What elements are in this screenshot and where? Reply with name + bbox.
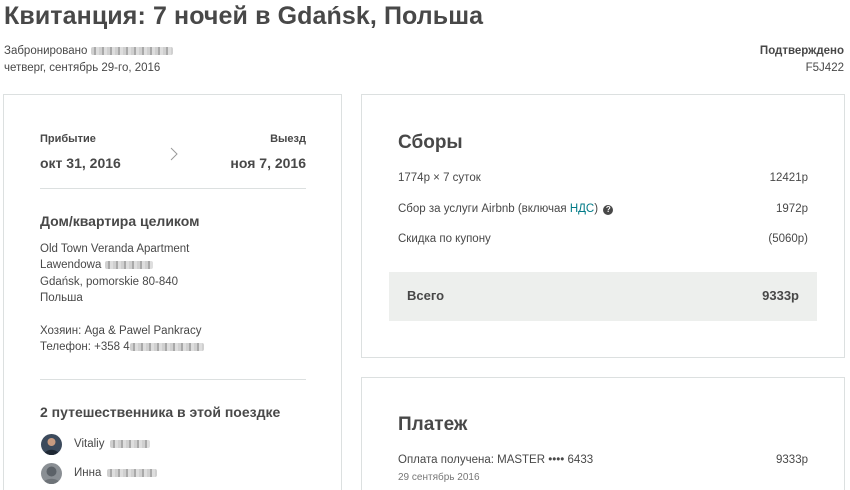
fee-value: 1972р — [776, 203, 808, 215]
payment-row: Оплата получена: MASTER •••• 6433 9333р — [398, 454, 808, 470]
fee-label: 1774р × 7 суток — [398, 172, 481, 184]
divider — [40, 379, 306, 380]
checkout-label: Выезд — [270, 133, 306, 145]
guests-title: 2 путешественника в этой поездке — [40, 404, 281, 420]
booking-status: Подтверждено F5J422 — [760, 43, 844, 77]
checkin: Прибытие окт 31, 2016 — [40, 133, 121, 171]
fee-row: 1774р × 7 суток 12421р — [398, 172, 808, 188]
service-fee-label: Сбор за услуги Airbnb (включая — [398, 203, 570, 215]
address-line1: Old Town Veranda Apartment — [40, 243, 190, 255]
fee-label: Скидка по купону — [398, 233, 491, 245]
listing-type: Дом/квартира целиком — [40, 213, 200, 229]
chevron-right-icon — [170, 147, 178, 161]
payment-card: Платеж Оплата получена: MASTER •••• 6433… — [361, 377, 845, 490]
vat-link[interactable]: НДС — [570, 203, 594, 215]
checkin-date: окт 31, 2016 — [40, 155, 121, 171]
confirmation-code: F5J422 — [805, 62, 844, 74]
address-line4: Польша — [40, 291, 83, 304]
avatar — [41, 462, 62, 484]
total-value: 9333р — [762, 288, 799, 303]
page-title: Квитанция: 7 ночей в Gdańsk, Польша — [4, 2, 484, 30]
phone-prefix: Телефон: +358 4 — [40, 341, 130, 354]
address-line2: Lawendowa — [40, 257, 189, 273]
host-info: Хозяин: Aga & Pawel Pankracy Телефон: +3… — [40, 323, 204, 356]
avatar — [41, 433, 62, 455]
guest-name: Vitaliy — [74, 438, 105, 450]
help-icon[interactable]: ? — [603, 205, 614, 215]
payment-line: Оплата получена: MASTER •••• 6433 — [398, 454, 594, 466]
divider — [40, 188, 306, 189]
street-name: Lawendowa — [40, 259, 102, 272]
redacted-surname — [110, 440, 151, 448]
fee-row: Сбор за услуги Airbnb (включая НДС) ? 19… — [398, 203, 808, 219]
checkout-date: ноя 7, 2016 — [230, 155, 306, 171]
user-avatar-icon — [41, 433, 62, 455]
total-label: Всего — [407, 288, 445, 303]
user-avatar-icon — [41, 462, 62, 484]
fee-label: Сбор за услуги Airbnb (включая НДС) ? — [398, 203, 614, 215]
host-name: Хозяин: Aga & Pawel Pankracy — [40, 325, 202, 337]
trip-dates: Прибытие окт 31, 2016 Выезд ноя 7, 2016 — [40, 133, 306, 173]
fee-value: 12421р — [769, 172, 808, 184]
fees-title: Сборы — [398, 132, 463, 153]
listing-address: Old Town Veranda Apartment Lawendowa Gda… — [40, 241, 189, 306]
total-row: Всего 9333р — [389, 272, 817, 321]
payment-date: 29 сентябрь 2016 — [398, 472, 480, 483]
booking-info: Забронировано четверг, сентябрь 29-го, 2… — [4, 43, 173, 77]
booked-date: четверг, сентябрь 29-го, 2016 — [4, 62, 161, 74]
address-line3: Gdańsk, pomorskie 80-840 — [40, 275, 179, 288]
guest-item: Vitaliy — [41, 433, 151, 455]
redacted-phone — [129, 343, 204, 352]
guest-item: Инна — [41, 462, 158, 484]
trip-details-card: Прибытие окт 31, 2016 Выезд ноя 7, 2016 … — [3, 94, 342, 490]
service-fee-label-end: ) — [594, 203, 599, 215]
checkout: Выезд ноя 7, 2016 — [230, 133, 306, 171]
payment-title: Платеж — [398, 414, 468, 435]
booked-label: Забронировано — [4, 45, 88, 57]
guest-name: Инна — [74, 467, 102, 479]
status-label: Подтверждено — [759, 45, 844, 57]
redacted-name — [90, 46, 173, 55]
redacted-surname — [107, 469, 158, 477]
fee-value: (5060р) — [768, 233, 808, 245]
redacted-street-number — [104, 261, 153, 270]
payment-value: 9333р — [776, 454, 808, 466]
host-phone: Телефон: +358 4 — [40, 339, 204, 355]
checkin-label: Прибытие — [40, 133, 96, 145]
fee-row: Скидка по купону (5060р) — [398, 233, 808, 249]
fees-card: Сборы 1774р × 7 суток 12421р Сбор за усл… — [361, 94, 845, 358]
